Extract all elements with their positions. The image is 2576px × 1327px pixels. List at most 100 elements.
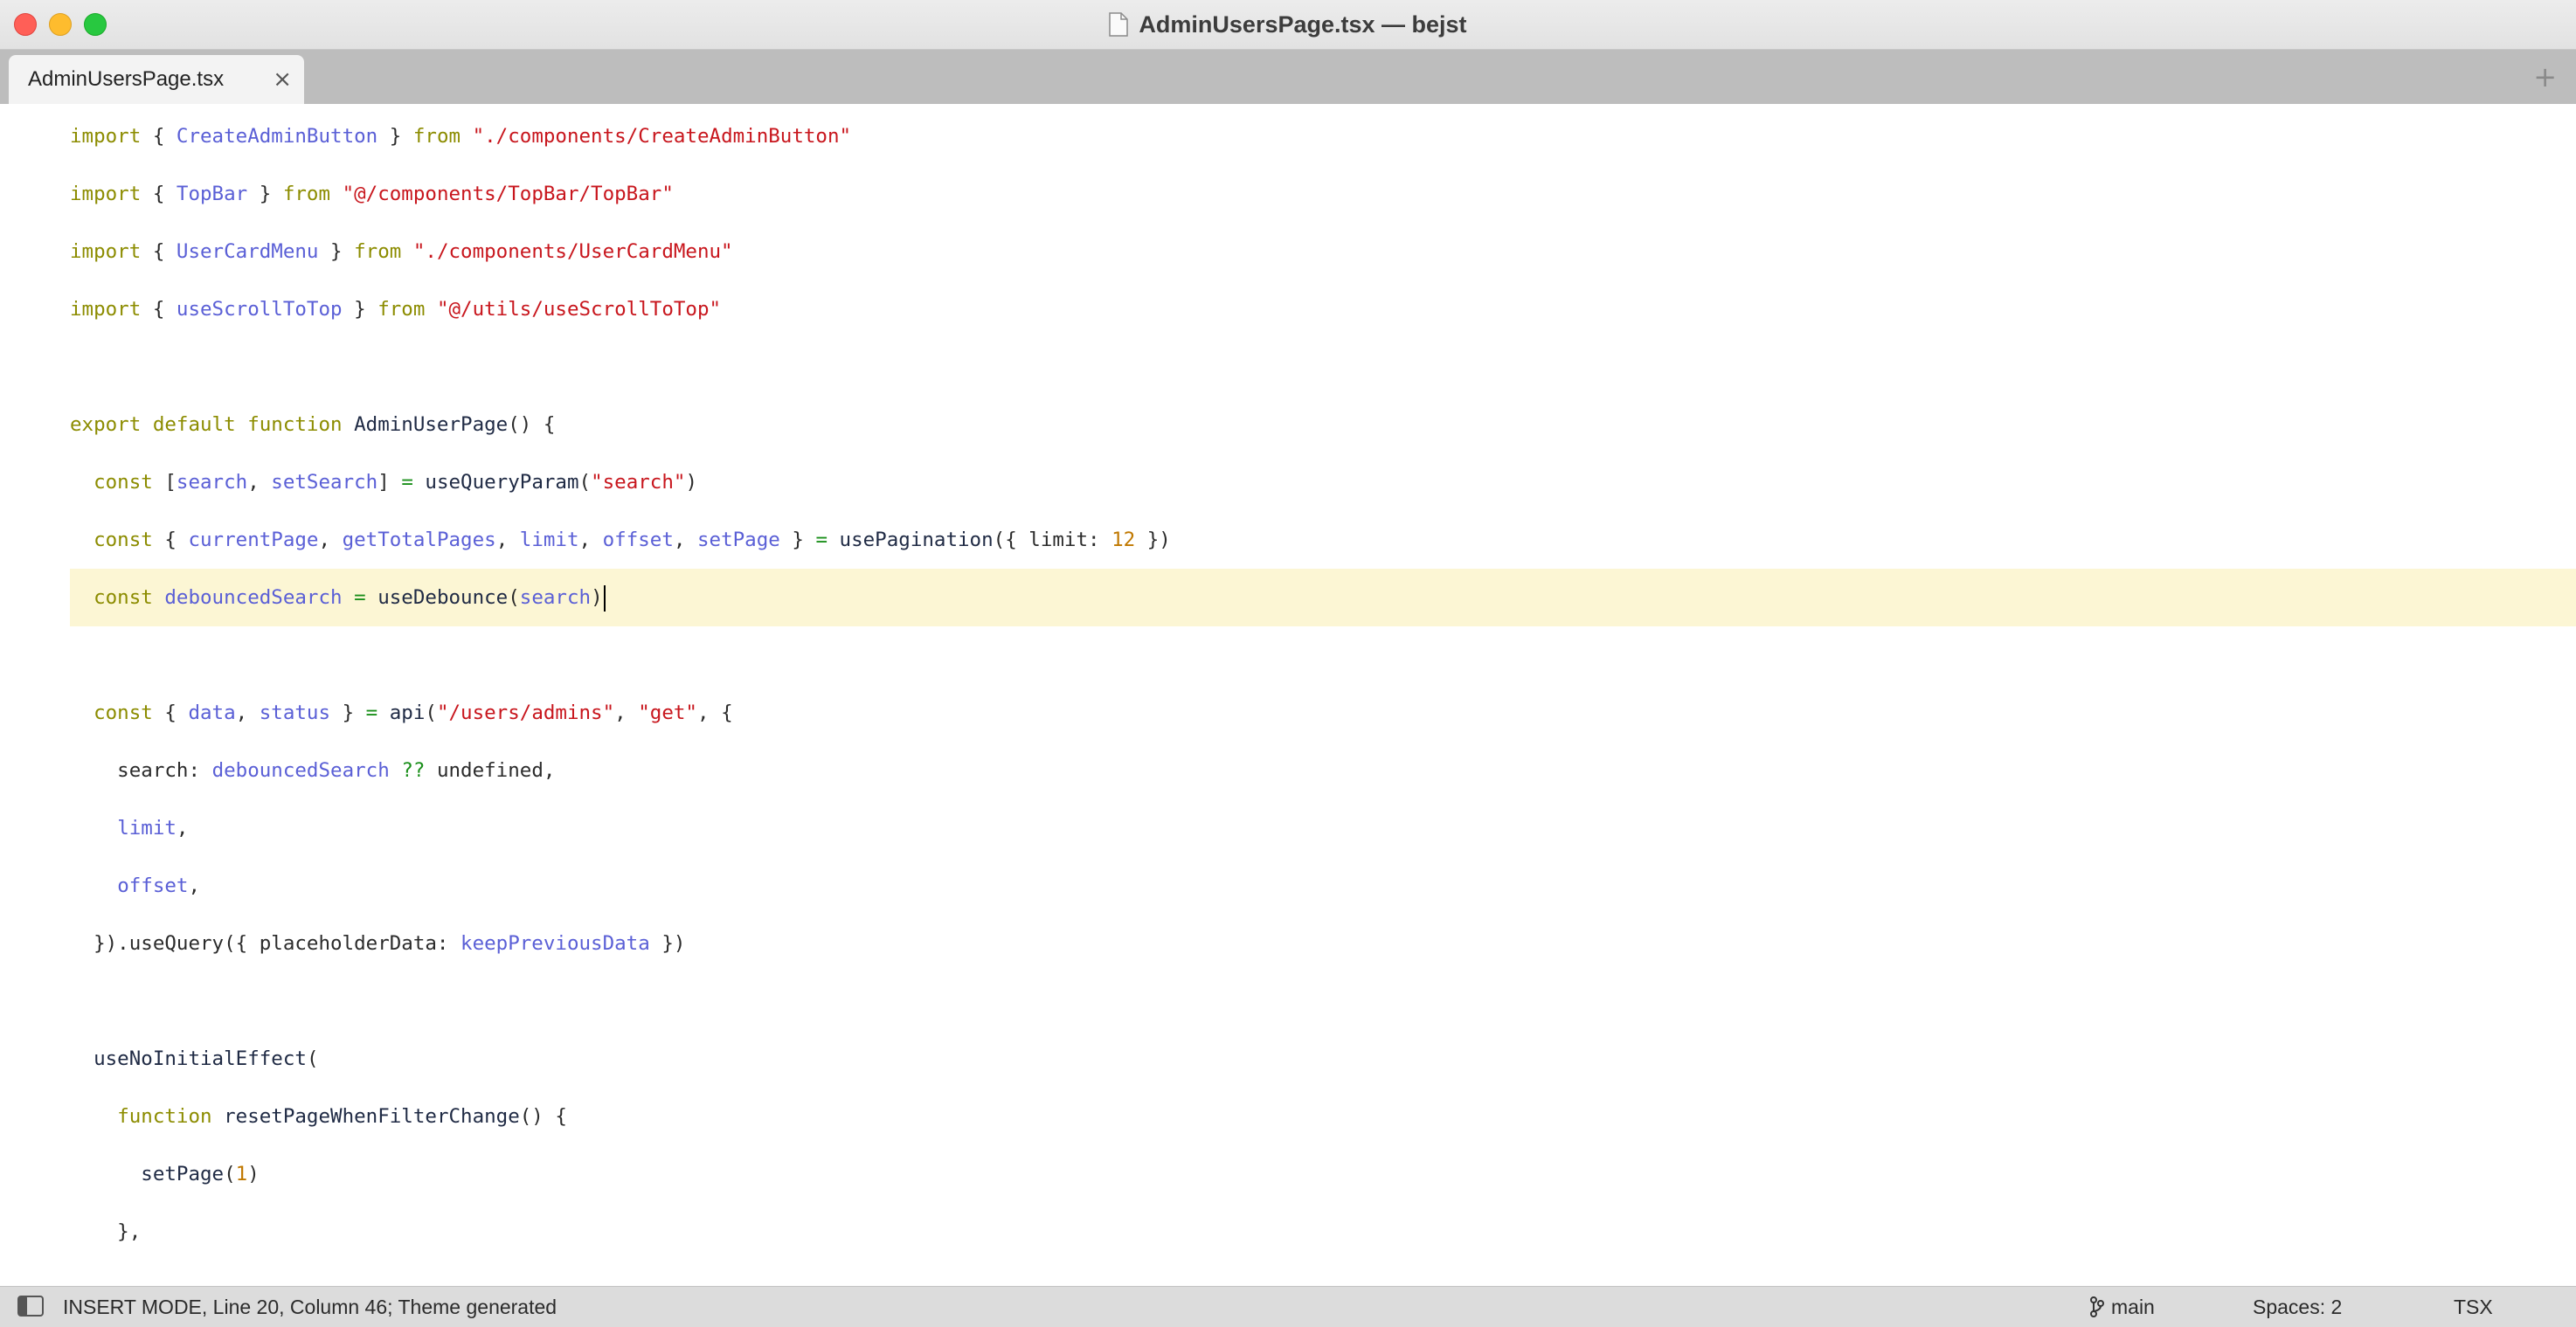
code-token: useQueryParam xyxy=(425,471,579,494)
code-token: }).useQuery({ placeholderData: xyxy=(70,932,461,955)
code-token: const xyxy=(93,471,153,494)
code-token: usePagination xyxy=(839,529,994,551)
title-bar: AdminUsersPage.tsx — bejst xyxy=(0,0,2576,50)
code-token: , { xyxy=(696,702,733,724)
code-token: ( xyxy=(425,702,437,724)
code-line[interactable]: import { UserCardMenu } from "./componen… xyxy=(70,223,2576,280)
code-token: "./components/CreateAdminButton" xyxy=(472,125,852,148)
code-line[interactable]: limit, xyxy=(70,799,2576,857)
code-line[interactable] xyxy=(70,626,2576,684)
code-token: resetPageWhenFilterChange xyxy=(224,1105,520,1128)
code-token: "get" xyxy=(638,702,697,724)
code-token: const xyxy=(93,702,153,724)
code-token: "@/components/TopBar/TopBar" xyxy=(342,183,674,205)
code-line[interactable]: import { useScrollToTop } from "@/utils/… xyxy=(70,280,2576,338)
code-token: ) xyxy=(591,586,603,609)
code-token: data xyxy=(188,702,236,724)
code-line[interactable]: function resetPageWhenFilterChange() { xyxy=(70,1088,2576,1145)
code-line[interactable]: search: debouncedSearch ?? undefined, xyxy=(70,742,2576,799)
code-token: , xyxy=(673,529,697,551)
code-line[interactable]: const [search, setSearch] = useQueryPara… xyxy=(70,453,2576,511)
code-line-active[interactable]: const debouncedSearch = useDebounce(sear… xyxy=(70,569,2576,626)
code-token: const xyxy=(93,586,153,609)
code-line[interactable]: import { CreateAdminButton } from "./com… xyxy=(70,107,2576,165)
close-tab-icon[interactable]: × xyxy=(273,55,292,104)
code-token: keepPreviousData xyxy=(460,932,650,955)
code-token: = xyxy=(815,529,828,551)
code-token: { xyxy=(141,183,177,205)
code-token: undefined, xyxy=(425,759,556,782)
tab-bar: AdminUsersPage.tsx × + xyxy=(0,50,2576,104)
code-token: "/users/admins" xyxy=(436,702,615,724)
code-token: "@/utils/useScrollToTop" xyxy=(436,298,722,321)
code-token: }, xyxy=(70,1220,142,1243)
code-token: { xyxy=(152,529,189,551)
new-tab-icon[interactable]: + xyxy=(2533,50,2557,104)
code-line[interactable]: useNoInitialEffect( xyxy=(70,1030,2576,1088)
code-line[interactable]: const { data, status } = api("/users/adm… xyxy=(70,684,2576,742)
code-token: , xyxy=(176,817,189,840)
code-token: function xyxy=(117,1105,212,1128)
code-token: , xyxy=(495,529,520,551)
code-line[interactable]: setPage(1) xyxy=(70,1145,2576,1203)
code-token: offset xyxy=(602,529,674,551)
code-token: () { xyxy=(519,1105,567,1128)
code-token: api xyxy=(389,702,426,724)
code-token: , xyxy=(614,702,639,724)
code-line[interactable]: export default function AdminUserPage() … xyxy=(70,396,2576,453)
code-token: from xyxy=(354,240,402,263)
window-title-area: AdminUsersPage.tsx — bejst xyxy=(0,0,2576,49)
code-line[interactable]: const { currentPage, getTotalPages, limi… xyxy=(70,511,2576,569)
code-token: offset xyxy=(117,874,189,897)
tab-adminuserspage[interactable]: AdminUsersPage.tsx × xyxy=(9,55,304,104)
branch-name: main xyxy=(2111,1296,2155,1318)
code-token: from xyxy=(377,298,426,321)
git-branch-icon xyxy=(2090,1296,2104,1317)
code-editor[interactable]: import { CreateAdminButton } from "./com… xyxy=(0,105,2576,1286)
code-token: search xyxy=(176,471,248,494)
code-token: ) xyxy=(685,471,697,494)
code-token: import xyxy=(70,298,142,321)
sidebar-toggle-icon[interactable] xyxy=(17,1296,44,1317)
code-token: from xyxy=(282,183,331,205)
code-line[interactable]: }, xyxy=(70,1203,2576,1261)
code-line[interactable]: import { TopBar } from "@/components/Top… xyxy=(70,165,2576,223)
code-line[interactable]: }).useQuery({ placeholderData: keepPrevi… xyxy=(70,915,2576,972)
code-token: , xyxy=(318,529,343,551)
code-token: AdminUserPage xyxy=(354,413,509,436)
code-line[interactable] xyxy=(70,338,2576,396)
code-token: = xyxy=(354,586,366,609)
code-token: 12 xyxy=(1111,529,1136,551)
code-token: const xyxy=(93,529,153,551)
code-token: useDebounce xyxy=(377,586,509,609)
code-token: import xyxy=(70,125,142,148)
code-token: useScrollToTop xyxy=(176,298,343,321)
syntax-selector[interactable]: TSX xyxy=(2454,1287,2493,1327)
code-token: UserCardMenu xyxy=(176,240,319,263)
code-token: } xyxy=(377,125,413,148)
code-line[interactable] xyxy=(70,972,2576,1030)
git-branch-indicator[interactable]: main xyxy=(2090,1287,2155,1327)
code-token: } xyxy=(342,298,378,321)
code-token: } xyxy=(779,529,816,551)
text-cursor xyxy=(603,584,606,612)
code-token: ( xyxy=(578,471,592,494)
code-token: import xyxy=(70,183,142,205)
indentation-setting[interactable]: Spaces: 2 xyxy=(2253,1287,2342,1327)
code-token: , xyxy=(247,471,272,494)
code-token: setSearch xyxy=(271,471,378,494)
code-line[interactable]: offset, xyxy=(70,857,2576,915)
